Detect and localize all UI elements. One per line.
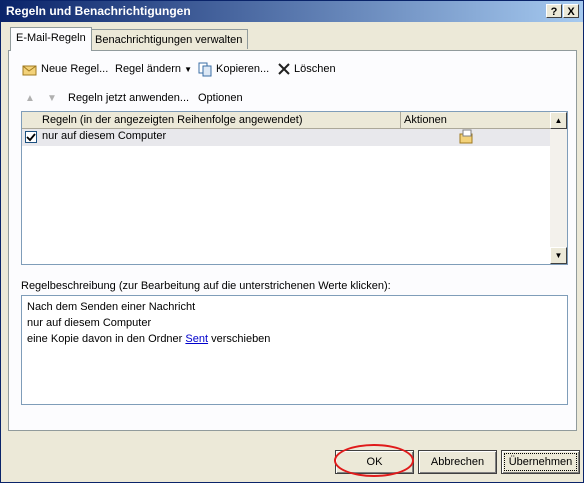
- new-rule-button[interactable]: Neue Regel...: [22, 59, 108, 79]
- new-rule-icon: [22, 65, 37, 76]
- description-line: eine Kopie davon in den Ordner Sent vers…: [27, 331, 562, 347]
- column-header-actions[interactable]: Aktionen: [401, 112, 551, 129]
- new-rule-label: Neue Regel...: [41, 63, 109, 75]
- rules-scrollbar[interactable]: ▲ ▼: [550, 112, 567, 264]
- cancel-button[interactable]: Abbrechen: [418, 450, 497, 474]
- move-to-folder-action-icon: [459, 129, 473, 144]
- apply-rules-now-label: Regeln jetzt anwenden...: [68, 92, 190, 104]
- copy-icon: [198, 62, 212, 77]
- checkmark-icon: [26, 133, 36, 142]
- close-button[interactable]: X: [563, 4, 579, 18]
- options-button[interactable]: Optionen: [198, 88, 243, 108]
- tab-email-rules[interactable]: E-Mail-Regeln: [10, 27, 92, 51]
- move-up-button[interactable]: ▲: [25, 88, 35, 108]
- description-line: Nach dem Senden einer Nachricht: [27, 301, 196, 313]
- description-label: Regelbeschreibung (zur Bearbeitung auf d…: [21, 280, 391, 292]
- options-label: Optionen: [198, 92, 243, 104]
- move-down-button[interactable]: ▼: [47, 88, 57, 108]
- apply-button[interactable]: Übernehmen: [501, 450, 580, 474]
- rules-list[interactable]: Regeln (in der angezeigten Reihenfolge a…: [21, 111, 568, 265]
- scroll-down-button[interactable]: ▼: [550, 247, 567, 264]
- rule-row[interactable]: nur auf diesem Computer: [22, 129, 551, 146]
- apply-rules-now-button[interactable]: Regeln jetzt anwenden...: [68, 88, 189, 108]
- scroll-up-button[interactable]: ▲: [550, 112, 567, 129]
- title-bar: Regeln und Benachrichtigungen ? X: [1, 1, 583, 22]
- change-rule-label: Regel ändern: [115, 63, 182, 75]
- folder-link[interactable]: Sent: [185, 333, 208, 345]
- chevron-down-icon: ▼: [184, 64, 192, 74]
- description-line: nur auf diesem Computer: [27, 317, 152, 329]
- rule-name: nur auf diesem Computer: [42, 130, 167, 142]
- delete-button[interactable]: Löschen: [277, 59, 336, 79]
- rules-dialog: Regeln und Benachrichtigungen ? X E-Mail…: [0, 0, 584, 483]
- column-header-rules[interactable]: Regeln (in der angezeigten Reihenfolge a…: [22, 112, 401, 129]
- help-button[interactable]: ?: [546, 4, 562, 18]
- copy-label: Kopieren...: [216, 63, 270, 75]
- delete-label: Löschen: [294, 63, 336, 75]
- ok-button[interactable]: OK: [335, 450, 414, 474]
- rule-description-box: Nach dem Senden einer Nachricht nur auf …: [21, 295, 568, 405]
- window-title: Regeln und Benachrichtigungen: [6, 4, 191, 18]
- delete-icon: [278, 63, 290, 75]
- change-rule-button[interactable]: Regel ändern ▼: [115, 59, 192, 79]
- description-text: verschieben: [211, 333, 271, 345]
- rule-checkbox[interactable]: [25, 131, 37, 143]
- copy-button[interactable]: Kopieren...: [197, 59, 269, 79]
- arrow-down-icon: ▼: [47, 92, 57, 104]
- arrow-up-icon: ▲: [25, 92, 35, 104]
- description-text: eine Kopie davon in den Ordner: [27, 333, 183, 345]
- tab-manage-notifications[interactable]: Benachrichtigungen verwalten: [89, 29, 249, 49]
